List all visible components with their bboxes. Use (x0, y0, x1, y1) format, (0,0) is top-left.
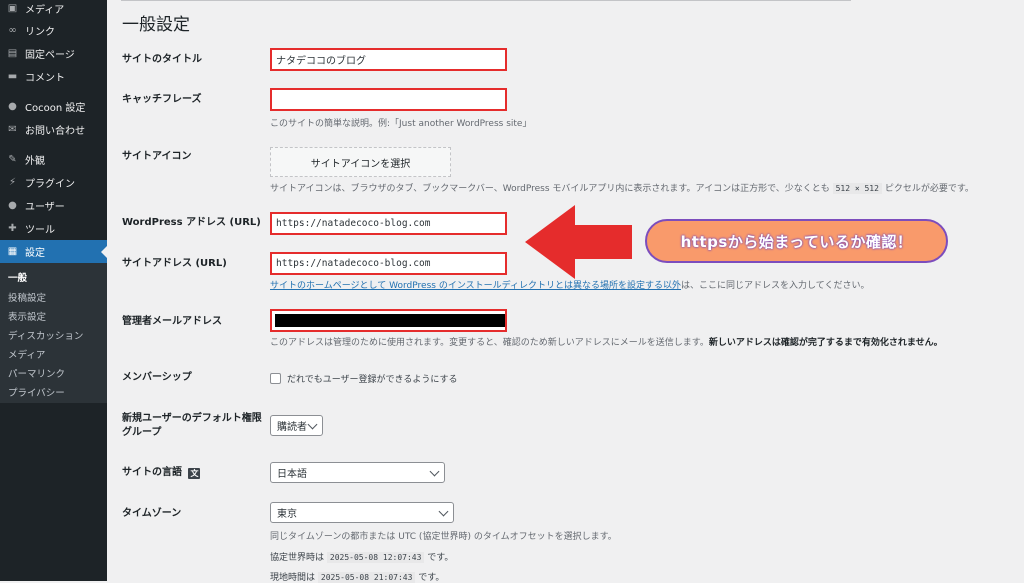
sidebar-item-label: お問い合わせ (25, 126, 85, 137)
language-value: 日本語 (277, 469, 307, 480)
site-title-value: ナタデココのブログ (276, 56, 366, 67)
site-title-input[interactable]: ナタデココのブログ (270, 48, 507, 71)
local-time-label: 現地時間は (270, 573, 316, 583)
site-address-input[interactable]: https://natadecoco-blog.com (270, 252, 507, 275)
comment-icon: ▬ (7, 71, 18, 82)
sidebar-item-cocoon[interactable]: ● Cocoon 設定 (0, 95, 107, 118)
language-label: サイトの言語 文 (122, 466, 201, 480)
sidebar-item-users[interactable]: ● ユーザー (0, 194, 107, 217)
submenu-item-discussion[interactable]: ディスカッション (8, 328, 83, 342)
default-role-value: 購読者 (277, 422, 307, 433)
cocoon-icon: ● (8, 101, 17, 112)
site-icon-label: サイトアイコン (122, 151, 192, 162)
submenu-item-permalink[interactable]: パーマリンク (8, 366, 65, 380)
user-icon: ● (8, 200, 17, 211)
admin-email-label: 管理者メールアドレス (122, 316, 222, 327)
sidebar-item-pages[interactable]: ▤ 固定ページ (0, 42, 107, 65)
site-address-desc-text: は、ここに同じアドレスを入力してください。 (681, 281, 870, 291)
callout-bubble: httpsから始まっているか確認！ (645, 219, 948, 263)
chevron-down-icon (438, 506, 449, 517)
wp-address-label: WordPress アドレス (URL) (122, 217, 261, 228)
sidebar-item-tools[interactable]: ✚ ツール (0, 217, 107, 240)
tagline-label: キャッチフレーズ (122, 94, 202, 105)
admin-email-input[interactable] (270, 309, 507, 332)
page-title: 一般設定 (122, 15, 190, 35)
appearance-icon: ✎ (8, 154, 17, 165)
membership-checkbox[interactable] (270, 373, 281, 384)
sidebar-item-links[interactable]: ∞ リンク (0, 19, 107, 42)
default-role-label: 新規ユーザーのデフォルト権限グループ (122, 413, 262, 438)
site-icon-desc-text-2: ピクセルが必要です。 (884, 184, 974, 194)
site-icon-description: サイトアイコンは、ブラウザのタブ、ブックマークバー、WordPress モバイル… (270, 181, 974, 194)
membership-label: メンバーシップ (122, 372, 192, 383)
timezone-description: 同じタイムゾーンの都市または UTC (協定世界時) のタイムオフセットを選択し… (270, 532, 617, 542)
sidebar-item-label: 設定 (25, 248, 45, 259)
tools-icon: ✚ (8, 223, 17, 234)
redacted-email (275, 314, 505, 327)
mail-icon: ✉ (8, 124, 17, 135)
tagline-description: このサイトの簡単な説明。例:「Just another WordPress si… (270, 119, 532, 129)
sidebar-item-label: コメント (25, 73, 65, 84)
admin-email-desc-bold: 新しいアドレスは確認が完了するまで有効化されません。 (708, 338, 943, 348)
timezone-select[interactable]: 東京 (270, 502, 454, 523)
page-icon: ▤ (7, 48, 18, 59)
sidebar-item-label: プラグイン (25, 179, 75, 190)
submenu-item-reading[interactable]: 表示設定 (8, 309, 46, 323)
local-time: 現地時間は 2025-05-08 21:07:43 です。 (270, 570, 444, 583)
chevron-down-icon (429, 466, 440, 477)
language-select[interactable]: 日本語 (270, 462, 445, 483)
sidebar-item-contact[interactable]: ✉ お問い合わせ (0, 118, 107, 141)
sidebar-item-label: リンク (25, 27, 55, 38)
sidebar-item-settings[interactable]: ▦ 設定 (0, 240, 107, 263)
submenu-item-media[interactable]: メディア (8, 347, 45, 361)
divider (121, 0, 851, 1)
sidebar-item-media[interactable]: ▣ メディア (0, 0, 107, 20)
default-role-select[interactable]: 購読者 (270, 415, 323, 436)
settings-submenu: 一般 投稿設定 表示設定 ディスカッション メディア パーマリンク プライバシー (0, 263, 107, 403)
tagline-input[interactable] (270, 88, 507, 111)
site-address-value: https://natadecoco-blog.com (276, 258, 431, 269)
red-arrow-annotation (525, 205, 632, 279)
submenu-item-privacy[interactable]: プライバシー (8, 385, 65, 399)
admin-sidebar: ▣ メディア ∞ リンク ▤ 固定ページ ▬ コメント ● Cocoon 設定 ✉ お問い合… (0, 0, 107, 581)
admin-email-description: このアドレスは管理のために使用されます。変更すると、確認のため新しいアドレスにメ… (270, 335, 943, 348)
media-icon: ▣ (7, 3, 18, 14)
sidebar-item-appearance[interactable]: ✎ 外観 (0, 148, 107, 171)
wp-address-value: https://natadecoco-blog.com (276, 218, 431, 229)
language-label-text: サイトの言語 (122, 467, 182, 478)
site-address-label: サイトアドレス (URL) (122, 258, 227, 269)
settings-content: 一般設定 サイトのタイトル ナタデココのブログ キャッチフレーズ このサイトの簡… (107, 0, 1024, 583)
sidebar-item-label: 外観 (25, 156, 45, 167)
translate-icon: 文 (188, 468, 201, 479)
timezone-value: 東京 (277, 509, 297, 520)
link-icon: ∞ (8, 25, 17, 36)
chevron-down-icon (307, 419, 318, 430)
select-site-icon-button[interactable]: サイトアイコンを選択 (270, 147, 451, 177)
utc-time-suffix: です。 (427, 553, 454, 563)
site-icon-desc-text: サイトアイコンは、ブラウザのタブ、ブックマークバー、WordPress モバイル… (270, 184, 830, 194)
sidebar-item-label: ツール (25, 225, 55, 236)
admin-email-desc-text: このアドレスは管理のために使用されます。変更すると、確認のため新しいアドレスにメ… (270, 338, 709, 348)
utc-time: 協定世界時は 2025-05-08 12:07:43 です。 (270, 550, 453, 563)
sidebar-item-label: ユーザー (25, 202, 65, 213)
submenu-item-general[interactable]: 一般 (8, 270, 27, 284)
sidebar-item-comments[interactable]: ▬ コメント (0, 65, 107, 88)
sidebar-item-label: 固定ページ (25, 50, 75, 61)
plugin-icon: ⚡ (8, 177, 17, 188)
submenu-item-writing[interactable]: 投稿設定 (8, 290, 46, 304)
wp-address-input[interactable]: https://natadecoco-blog.com (270, 212, 507, 235)
timezone-label: タイムゾーン (122, 508, 182, 519)
sidebar-item-label: Cocoon 設定 (25, 103, 86, 114)
site-icon-size-code: 512 × 512 (832, 183, 882, 194)
site-title-label: サイトのタイトル (122, 54, 202, 65)
sidebar-item-label: メディア (25, 5, 65, 16)
local-time-value: 2025-05-08 21:07:43 (317, 572, 416, 583)
utc-time-label: 協定世界時は (270, 553, 325, 563)
sidebar-item-plugins[interactable]: ⚡ プラグイン (0, 171, 107, 194)
utc-time-value: 2025-05-08 12:07:43 (326, 552, 425, 563)
settings-icon: ▦ (7, 246, 18, 257)
local-time-suffix: です。 (418, 573, 445, 583)
membership-checkbox-label[interactable]: だれでもユーザー登録ができるようにする (287, 372, 457, 385)
